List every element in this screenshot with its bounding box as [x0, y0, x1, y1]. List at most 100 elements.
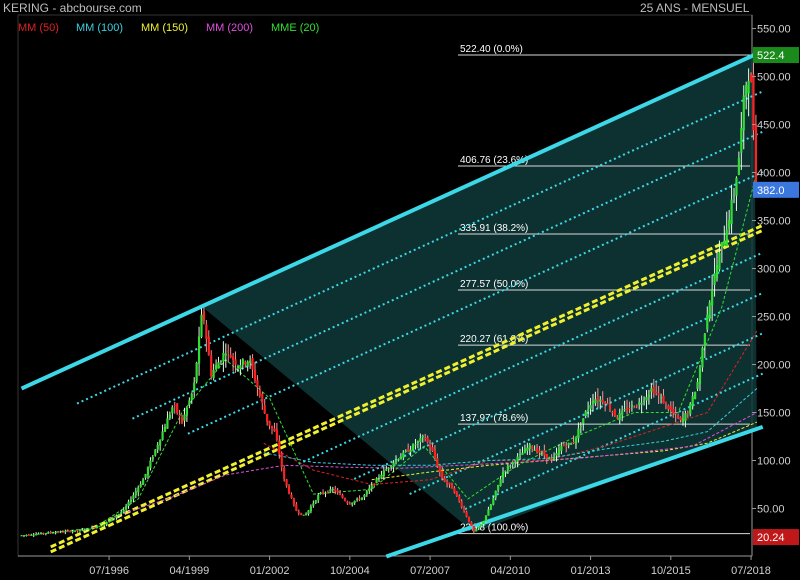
- candle-body: [59, 531, 62, 533]
- candle-body: [390, 465, 393, 468]
- candle-body: [32, 534, 35, 536]
- candle-body: [385, 469, 388, 471]
- candle-body: [511, 462, 514, 465]
- candle-body: [373, 483, 376, 485]
- candle-body: [535, 448, 539, 453]
- fib-level-label: 335.91 (38.2%): [460, 223, 528, 234]
- candle-body: [645, 396, 648, 401]
- candle-body: [326, 491, 330, 493]
- candle-body: [42, 532, 45, 534]
- y-tick-label: 100.00: [757, 456, 791, 468]
- candle-body: [606, 403, 609, 405]
- candle-body: [552, 456, 556, 460]
- candle-body: [647, 394, 651, 398]
- candle-body: [720, 242, 723, 248]
- candle-body: [241, 359, 244, 365]
- y-tick-label: 150.00: [757, 408, 791, 420]
- candle-body: [404, 450, 407, 452]
- candle-body: [377, 477, 381, 479]
- price-marker-label: 522.4: [757, 50, 785, 62]
- y-tick-label: 50.00: [757, 504, 785, 516]
- candle-body: [453, 487, 456, 493]
- price-marker-label: 382.0: [757, 185, 785, 197]
- candle-body: [134, 491, 137, 496]
- candle-body: [343, 498, 347, 501]
- candle-body: [166, 418, 169, 429]
- candle-body: [470, 522, 473, 526]
- candle-body: [574, 437, 578, 444]
- x-tick-label: 04/1999: [169, 565, 209, 577]
- candle-body: [745, 84, 748, 97]
- candle-body: [47, 532, 50, 534]
- candle-body: [703, 333, 706, 347]
- candle-body: [304, 513, 308, 516]
- candle-body: [90, 527, 94, 529]
- candle-body: [283, 468, 286, 479]
- y-tick-label: 500.00: [757, 72, 791, 84]
- candle-body: [112, 517, 116, 519]
- candle-body: [463, 507, 466, 512]
- candle-body: [88, 528, 91, 530]
- candle-body: [338, 493, 342, 495]
- candle-body: [504, 470, 507, 473]
- candle-body: [309, 506, 313, 512]
- candle-body: [672, 409, 675, 414]
- candle-body: [448, 482, 451, 485]
- candle-body: [214, 365, 218, 370]
- candle-body: [475, 528, 478, 532]
- candle-body: [584, 411, 587, 417]
- candle-body: [253, 369, 257, 381]
- candle-body: [428, 443, 432, 449]
- candle-body: [737, 157, 740, 175]
- candle-body: [618, 413, 621, 421]
- candle-body: [54, 532, 57, 534]
- candle-body: [356, 498, 359, 501]
- candle-body: [514, 461, 517, 463]
- candle-body: [506, 466, 509, 470]
- candle-body: [424, 437, 427, 439]
- candle-body: [163, 426, 167, 432]
- candle-body: [465, 511, 468, 517]
- candle-body: [698, 368, 702, 384]
- candle-body: [370, 484, 373, 489]
- candle-body: [117, 513, 120, 516]
- candle-body: [570, 443, 573, 445]
- candle-body: [416, 441, 420, 444]
- candle-body: [399, 456, 402, 460]
- candle-body: [139, 484, 142, 488]
- candle-body: [528, 444, 531, 449]
- candle-body: [71, 531, 74, 533]
- candle-body: [93, 527, 96, 529]
- candle-body: [545, 454, 548, 459]
- candle-body: [608, 404, 612, 410]
- candle-body: [467, 516, 471, 522]
- candle-body: [628, 407, 631, 409]
- y-tick-label: 450.00: [757, 120, 791, 132]
- candle-body: [715, 264, 719, 279]
- y-tick-label: 250.00: [757, 312, 791, 324]
- candle-body: [458, 496, 461, 502]
- candle-body: [725, 229, 728, 247]
- candle-body: [538, 450, 541, 453]
- candle-body: [375, 478, 378, 483]
- y-tick-label: 400.00: [757, 168, 791, 180]
- candle-body: [22, 535, 26, 537]
- candle-body: [557, 449, 561, 455]
- candle-body: [341, 494, 344, 499]
- candle-body: [300, 512, 303, 515]
- candle-body: [95, 526, 99, 529]
- candle-body: [197, 336, 201, 364]
- candle-body: [523, 448, 527, 453]
- candle-body: [115, 515, 118, 518]
- candle-body: [713, 273, 716, 285]
- candle-body: [69, 530, 72, 532]
- candle-body: [387, 467, 390, 469]
- candle-body: [105, 522, 108, 525]
- candle-body: [550, 458, 553, 460]
- candle-body: [540, 452, 544, 454]
- candle-body: [142, 479, 145, 485]
- candle-body: [436, 458, 439, 467]
- candle-body: [531, 446, 534, 449]
- candle-body: [684, 413, 687, 421]
- candle-body: [732, 195, 736, 197]
